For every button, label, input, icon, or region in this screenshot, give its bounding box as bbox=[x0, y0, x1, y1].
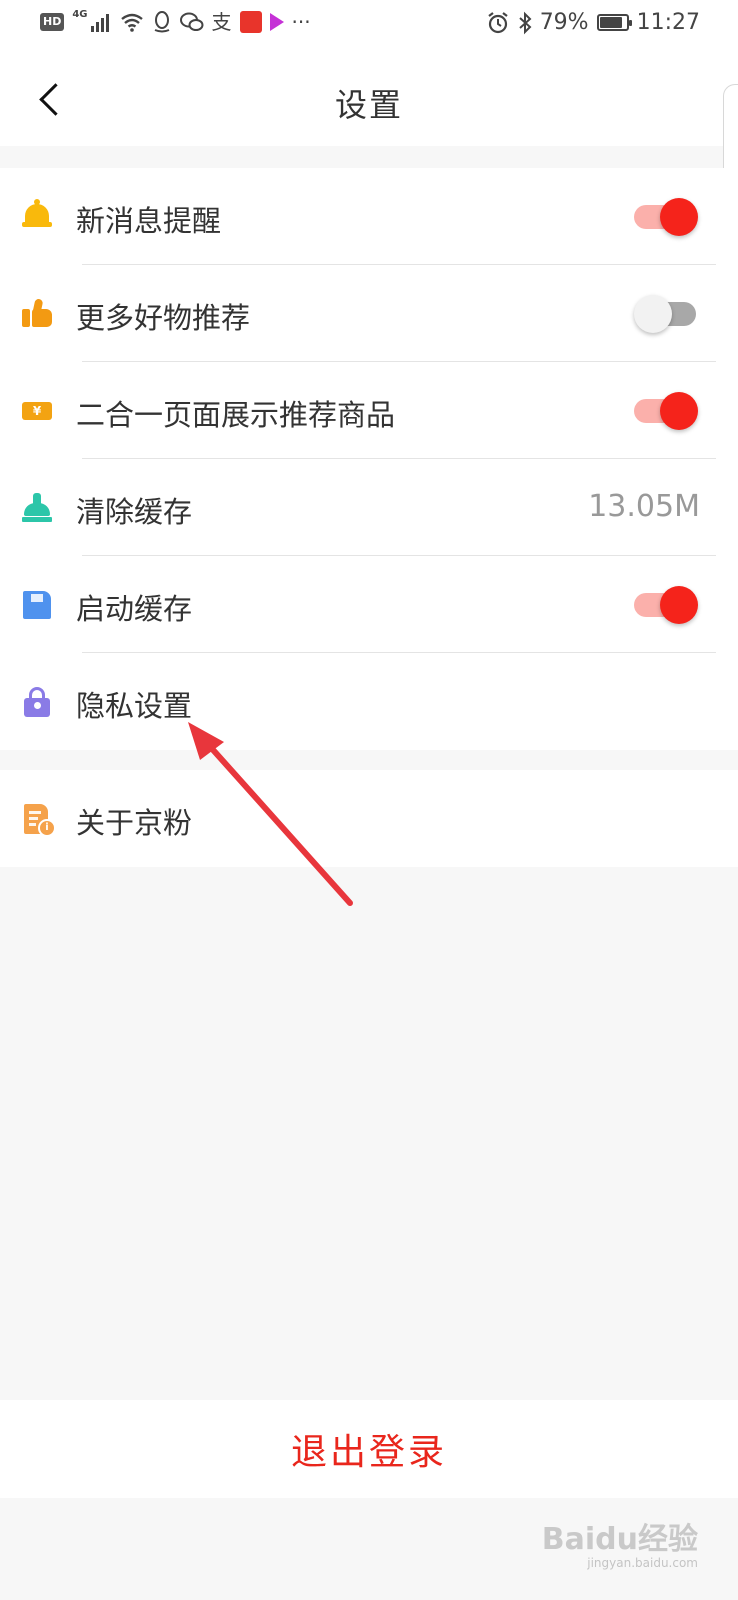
alipay-icon: 支 bbox=[211, 10, 232, 34]
info-icon: i bbox=[38, 819, 56, 837]
new-message-alert-toggle[interactable] bbox=[634, 198, 698, 236]
clock: 11:27 bbox=[636, 10, 700, 35]
hd-badge: HD bbox=[40, 13, 65, 31]
broom-icon-body bbox=[24, 503, 50, 516]
battery-level bbox=[599, 17, 622, 28]
thumbs-up-icon-palm bbox=[32, 309, 52, 327]
ticket-icon-body: ¥ bbox=[22, 402, 52, 420]
watermark-brand: Baidu经验 bbox=[541, 1522, 698, 1557]
setting-row-startup-cache[interactable]: 启动缓存 bbox=[0, 556, 738, 653]
document-info-icon: i bbox=[22, 804, 56, 837]
app-notification-icon bbox=[239, 11, 262, 33]
document-icon-line bbox=[29, 811, 41, 814]
watermark-url: jingyan.baidu.com bbox=[587, 1556, 698, 1570]
header: 设置 bbox=[0, 52, 738, 146]
status-bar-right: 79% 11:27 bbox=[486, 10, 700, 35]
thumbs-up-icon-cuff bbox=[22, 309, 30, 327]
settings-group-about: i 关于京粉 bbox=[0, 770, 738, 867]
status-bar-left: HD 4G 支 ··· bbox=[40, 8, 311, 34]
save-disk-icon bbox=[22, 590, 52, 620]
bell-icon-body bbox=[25, 204, 49, 224]
logout-button[interactable]: 退出登录 bbox=[0, 1400, 738, 1498]
thumbs-up-icon bbox=[22, 298, 52, 329]
startup-cache-toggle[interactable] bbox=[634, 586, 698, 624]
bell-icon bbox=[22, 199, 52, 232]
setting-label: 二合一页面展示推荐商品 bbox=[76, 398, 396, 432]
wifi-icon bbox=[120, 13, 143, 32]
alarm-icon bbox=[488, 11, 508, 33]
setting-row-more-recommendations[interactable]: 更多好物推荐 bbox=[0, 265, 738, 362]
bluetooth-icon bbox=[519, 11, 532, 34]
cache-size-value: 13.05M bbox=[588, 489, 700, 524]
battery-percentage: 79% bbox=[539, 10, 589, 35]
document-icon-line bbox=[29, 823, 36, 826]
two-in-one-page-toggle[interactable] bbox=[634, 392, 698, 430]
signal-icon bbox=[90, 14, 109, 32]
setting-row-about[interactable]: i 关于京粉 bbox=[0, 770, 738, 867]
toggle-knob bbox=[634, 295, 672, 333]
setting-row-new-message-alert[interactable]: 新消息提醒 bbox=[0, 168, 738, 265]
more-recommendations-toggle[interactable] bbox=[634, 295, 696, 333]
settings-page: HD 4G 支 ··· 79% 11:27 设置 新消息提醒 更多好物推荐 ¥ … bbox=[0, 0, 738, 1600]
toggle-knob bbox=[660, 392, 698, 430]
broom-icon bbox=[22, 493, 52, 523]
settings-group-main: 新消息提醒 更多好物推荐 ¥ 二合一页面展示推荐商品 清除缓存 13.05M 启… bbox=[0, 168, 738, 750]
bell-icon-base bbox=[22, 222, 52, 227]
setting-label: 关于京粉 bbox=[76, 806, 193, 840]
setting-label: 启动缓存 bbox=[76, 592, 193, 626]
setting-label: 新消息提醒 bbox=[76, 204, 222, 238]
save-disk-icon-body bbox=[23, 591, 51, 619]
document-icon-line bbox=[29, 817, 38, 820]
wechat-icon bbox=[179, 12, 204, 31]
status-bar: HD 4G 支 ··· 79% 11:27 bbox=[0, 0, 738, 52]
setting-row-two-in-one-page[interactable]: ¥ 二合一页面展示推荐商品 bbox=[0, 362, 738, 459]
network-type: 4G bbox=[72, 8, 88, 20]
logout-label: 退出登录 bbox=[290, 1432, 447, 1473]
lock-icon bbox=[22, 687, 52, 717]
qq-icon bbox=[154, 11, 169, 33]
setting-row-privacy[interactable]: 隐私设置 bbox=[0, 653, 738, 750]
baidu-watermark: Baidu经验 jingyan.baidu.com bbox=[541, 1522, 698, 1571]
lock-icon-body bbox=[24, 698, 50, 717]
save-disk-icon-slot bbox=[31, 594, 43, 602]
page-title: 设置 bbox=[334, 86, 403, 124]
lock-icon-keyhole bbox=[34, 702, 41, 709]
battery-icon bbox=[596, 14, 632, 31]
setting-label: 清除缓存 bbox=[76, 495, 193, 529]
setting-label: 更多好物推荐 bbox=[76, 301, 251, 335]
ticket-icon: ¥ bbox=[22, 396, 52, 426]
broom-icon-base bbox=[22, 517, 52, 522]
more-notifications-icon: ··· bbox=[291, 10, 311, 34]
video-app-icon bbox=[269, 13, 284, 31]
setting-row-clear-cache[interactable]: 清除缓存 13.05M bbox=[0, 459, 738, 556]
toggle-knob bbox=[660, 198, 698, 236]
toggle-knob bbox=[660, 586, 698, 624]
setting-label: 隐私设置 bbox=[76, 689, 193, 723]
